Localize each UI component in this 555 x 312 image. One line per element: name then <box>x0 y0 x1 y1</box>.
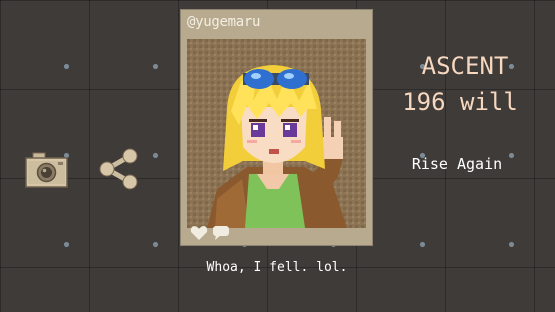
comment-icon[interactable] <box>212 225 230 245</box>
character-portrait <box>187 39 366 228</box>
post-photo <box>187 39 366 228</box>
rise-again-button[interactable]: Rise Again <box>406 155 508 173</box>
post-handle: @yugemaru <box>187 14 261 30</box>
camera-button[interactable] <box>25 151 68 188</box>
post-caption: Whoa, I fell. lol. <box>206 260 348 275</box>
game-title: ASCENT <box>421 52 509 80</box>
heart-icon[interactable] <box>190 225 208 245</box>
camera-icon <box>25 152 68 188</box>
will-counter: 196 will <box>394 88 526 116</box>
will-label: will <box>460 88 518 116</box>
will-value: 196 <box>402 88 446 116</box>
share-button[interactable] <box>96 148 142 190</box>
share-icon <box>99 148 138 190</box>
post-card: @yugemaru <box>181 10 372 245</box>
